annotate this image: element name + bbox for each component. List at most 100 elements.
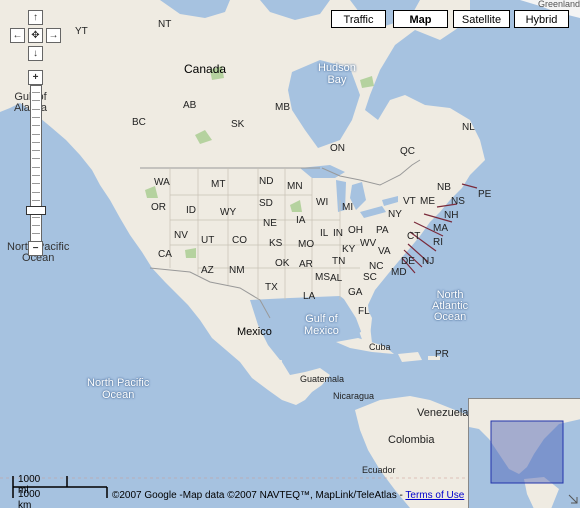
pan-right-icon[interactable]: →	[46, 28, 61, 43]
label-state: ME	[420, 196, 435, 207]
label-state: KS	[269, 238, 283, 249]
label-state: MS	[315, 272, 330, 283]
label-nicaragua: Nicaragua	[333, 391, 375, 401]
label-cuba: Cuba	[369, 342, 391, 352]
label-state: PA	[376, 225, 389, 236]
map-canvas[interactable]: Canada Mexico Guatemala Nicaragua Venezu…	[0, 0, 580, 508]
label-state: MT	[211, 179, 226, 190]
label-mexico: Mexico	[237, 326, 272, 338]
label-state: IL	[320, 228, 329, 239]
label-province: PE	[478, 189, 492, 200]
label-state: KY	[342, 244, 356, 255]
pan-left-icon[interactable]: ←	[10, 28, 25, 43]
label-state: NM	[229, 265, 245, 276]
label-state: VA	[378, 246, 391, 257]
label-province: AB	[183, 100, 197, 111]
pan-down-icon[interactable]: ↓	[28, 46, 43, 61]
label-state: ID	[186, 205, 196, 216]
label-state: TX	[265, 282, 278, 293]
label-state: NH	[444, 210, 459, 221]
label-ecuador: Ecuador	[362, 465, 396, 475]
label-state: AR	[299, 259, 313, 270]
label-state: FL	[358, 306, 370, 317]
copyright-text: ©2007 Google -Map data ©2007 NAVTEQ™, Ma…	[112, 490, 406, 501]
zoom-tick	[32, 183, 40, 185]
zoom-tick	[32, 175, 40, 176]
overview-map[interactable]	[468, 398, 580, 508]
label-state: RI	[433, 237, 443, 248]
label-greenland: Greenland	[538, 0, 580, 9]
label-province: NL	[462, 122, 475, 133]
zoom-tick	[32, 141, 40, 143]
zoom-tick	[32, 158, 40, 160]
label-north-atlantic-ocean: North Atlantic Ocean	[432, 289, 469, 323]
label-state: PR	[435, 349, 449, 360]
zoom-slider-track[interactable]	[30, 85, 42, 243]
zoom-tick	[32, 125, 40, 127]
zoom-tick	[32, 224, 40, 226]
label-state: OH	[348, 225, 363, 236]
zoom-slider-handle[interactable]	[26, 206, 46, 215]
copyright-notice: ©2007 Google -Map data ©2007 NAVTEQ™, Ma…	[112, 490, 464, 501]
label-state: WA	[154, 177, 170, 188]
label-state: ND	[259, 176, 274, 187]
zoom-tick	[32, 199, 40, 201]
label-state: OR	[151, 202, 166, 213]
zoom-tick	[32, 100, 40, 102]
zoom-in-button[interactable]: +	[28, 70, 43, 85]
label-state: CT	[407, 231, 421, 242]
label-province: BC	[132, 117, 146, 128]
label-gulf-of-mexico: Gulf of Mexico	[304, 313, 339, 337]
label-state: MO	[298, 239, 315, 250]
zoom-tick	[32, 133, 40, 135]
zoom-tick	[32, 216, 40, 218]
label-state: NV	[174, 230, 188, 241]
overview-map-tiles	[469, 399, 580, 508]
label-state: MA	[433, 223, 448, 234]
label-state: LA	[303, 291, 316, 302]
label-state: NC	[369, 261, 384, 272]
label-province: NB	[437, 182, 451, 193]
label-state: MI	[342, 202, 354, 213]
pan-center-icon[interactable]: ✥	[28, 28, 43, 43]
map-type-map-button[interactable]: Map	[393, 10, 448, 28]
map-type-traffic-button[interactable]: Traffic	[331, 10, 386, 28]
label-province: MB	[275, 102, 290, 113]
label-state: NY	[388, 209, 402, 220]
label-province: YT	[75, 26, 88, 37]
terms-of-use-link[interactable]: Terms of Use	[405, 490, 464, 501]
label-state: CO	[232, 235, 247, 246]
map-type-hybrid-button[interactable]: Hybrid	[514, 10, 569, 28]
zoom-tick	[32, 92, 40, 93]
zoom-out-button[interactable]: −	[28, 241, 43, 256]
label-canada: Canada	[184, 62, 227, 76]
label-state: AZ	[201, 265, 214, 276]
label-state: SD	[259, 198, 273, 209]
label-state: GA	[348, 287, 363, 298]
label-province: ON	[330, 143, 345, 154]
label-state: DE	[401, 256, 415, 267]
label-province: QC	[400, 146, 415, 157]
zoom-tick	[32, 108, 40, 110]
label-state: NJ	[422, 256, 435, 267]
pan-up-icon[interactable]: ↑	[28, 10, 43, 25]
label-state: AL	[330, 273, 343, 284]
map-type-satellite-button[interactable]: Satellite	[453, 10, 510, 28]
label-state: SC	[363, 272, 377, 283]
label-state: MD	[391, 267, 407, 278]
label-state: WV	[360, 238, 377, 249]
zoom-tick	[32, 116, 40, 118]
label-hudson-bay: Hudson Bay	[318, 62, 356, 86]
label-guatemala: Guatemala	[300, 374, 345, 384]
label-state: IA	[296, 215, 306, 226]
label-colombia: Colombia	[388, 434, 435, 446]
zoom-tick	[32, 233, 40, 235]
label-state: VT	[403, 196, 416, 207]
label-state: CA	[158, 249, 172, 260]
zoom-tick	[32, 166, 40, 168]
scale-km: 1000 km	[18, 489, 41, 508]
label-state: WI	[316, 197, 329, 208]
label-state: OK	[275, 258, 290, 269]
label-province: SK	[231, 119, 245, 130]
label-state: NE	[263, 218, 277, 229]
